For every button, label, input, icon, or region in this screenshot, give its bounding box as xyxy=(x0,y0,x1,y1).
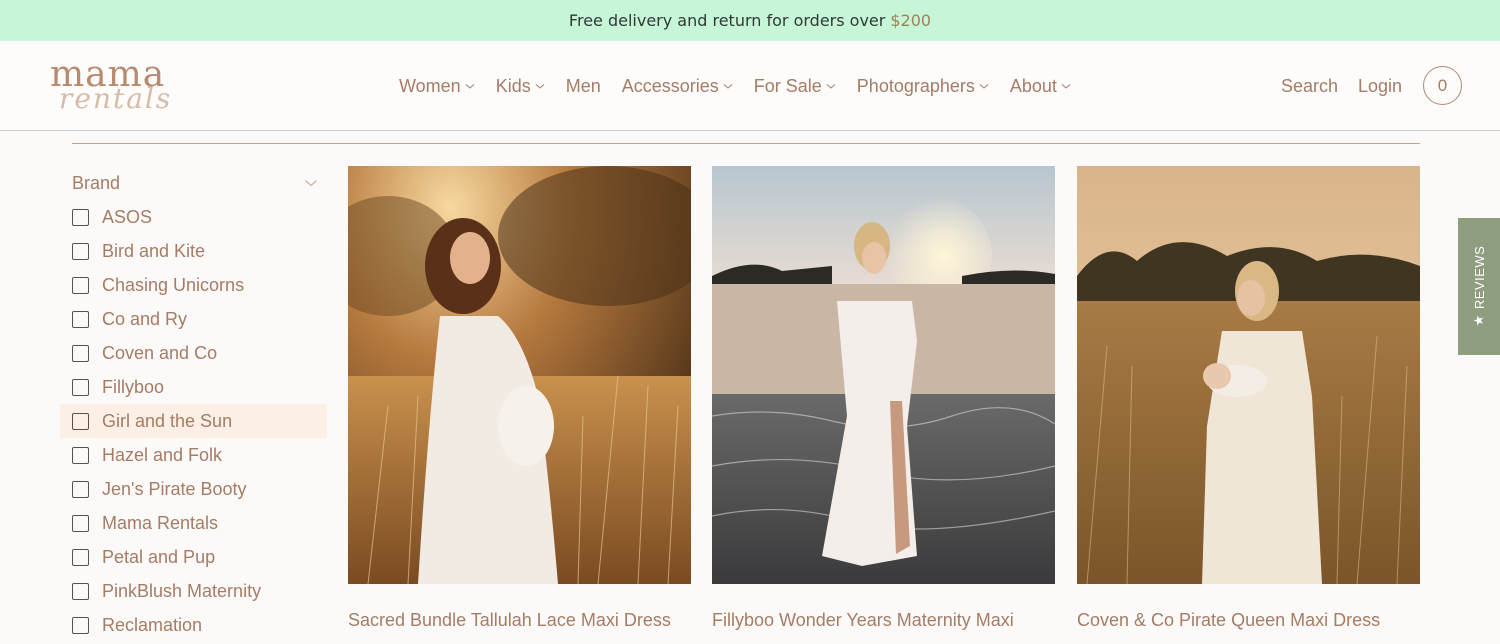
chevron-down-icon xyxy=(535,84,545,89)
nav-women-label: Women xyxy=(399,75,461,96)
brand-option[interactable]: Mama Rentals xyxy=(60,506,327,540)
search-link[interactable]: Search xyxy=(1281,74,1338,98)
brand-option-label: Girl and the Sun xyxy=(102,410,233,431)
cart-button[interactable]: 0 xyxy=(1423,66,1462,105)
reviews-tab-label: REVIEWS xyxy=(1471,245,1487,310)
brand-option-label: Fillyboo xyxy=(102,376,165,397)
star-icon: ★ xyxy=(1471,314,1486,327)
nav-photographers[interactable]: Photographers xyxy=(857,74,989,98)
nav-accessories-label: Accessories xyxy=(621,75,719,96)
brand-option-label: Hazel and Folk xyxy=(102,444,223,465)
brand-option-label: ASOS xyxy=(102,206,153,227)
brand-filter-toggle[interactable]: Brand xyxy=(72,171,318,195)
checkbox[interactable] xyxy=(72,344,89,362)
nav-accessories[interactable]: Accessories xyxy=(622,74,733,98)
chevron-down-icon xyxy=(1061,84,1071,89)
announcement-bar: Free delivery and return for orders over… xyxy=(0,0,1500,41)
product-image[interactable] xyxy=(348,166,691,584)
brand-option-label: Reclamation xyxy=(102,614,203,635)
brand-option[interactable]: Chasing Unicorns xyxy=(60,268,327,302)
checkbox[interactable] xyxy=(72,446,89,464)
chevron-down-icon xyxy=(305,180,317,187)
product-image[interactable] xyxy=(1077,166,1420,584)
reviews-tab[interactable]: ★ REVIEWS xyxy=(1458,218,1500,355)
brand-option[interactable]: Jen's Pirate Booty xyxy=(60,472,327,506)
nav-women[interactable]: Women xyxy=(399,74,475,98)
brand-option-label: Co and Ry xyxy=(102,308,188,329)
brand-option[interactable]: Reclamation xyxy=(60,608,327,642)
product-card[interactable]: Coven & Co Pirate Queen Maxi Dress xyxy=(1077,166,1420,630)
brand-option-label: Chasing Unicorns xyxy=(102,274,245,295)
product-image[interactable] xyxy=(712,166,1055,584)
chevron-down-icon xyxy=(723,84,733,89)
checkbox[interactable] xyxy=(72,378,89,396)
brand-option[interactable]: Coven and Co xyxy=(60,336,327,370)
brand-option-label: PinkBlush Maternity xyxy=(102,580,262,601)
reviews-tab-content: ★ REVIEWS xyxy=(1471,246,1487,327)
brand-option[interactable]: Fillyboo xyxy=(60,370,327,404)
brand-option-label: Coven and Co xyxy=(102,342,218,363)
brand-option[interactable]: Petal and Pup xyxy=(60,540,327,574)
brand-filter-list: ASOS Bird and Kite Chasing Unicorns Co a… xyxy=(60,200,327,642)
product-card[interactable]: Sacred Bundle Tallulah Lace Maxi Dress xyxy=(348,166,691,630)
checkbox[interactable] xyxy=(72,310,89,328)
nav-men[interactable]: Men xyxy=(566,74,601,98)
nav-kids-label: Kids xyxy=(495,75,531,96)
logo-word-rentals: rentals xyxy=(59,82,173,115)
nav-for-sale[interactable]: For Sale xyxy=(754,74,836,98)
brand-filter-title: Brand xyxy=(72,172,121,193)
checkbox[interactable] xyxy=(72,616,89,634)
checkbox[interactable] xyxy=(72,242,89,260)
checkbox[interactable] xyxy=(72,412,89,430)
brand-option-label: Jen's Pirate Booty xyxy=(102,478,247,499)
checkbox[interactable] xyxy=(72,582,89,600)
chevron-down-icon xyxy=(465,84,475,89)
checkbox[interactable] xyxy=(72,514,89,532)
announcement-amount: $200 xyxy=(890,11,932,30)
checkbox[interactable] xyxy=(72,548,89,566)
checkbox[interactable] xyxy=(72,208,89,226)
brand-option[interactable]: Co and Ry xyxy=(60,302,327,336)
chevron-down-icon xyxy=(979,84,989,89)
product-card[interactable]: Fillyboo Wonder Years Maternity Maxi xyxy=(712,166,1055,630)
announcement-text: Free delivery and return for orders over xyxy=(568,11,886,30)
nav-photographers-label: Photographers xyxy=(856,75,975,96)
checkbox[interactable] xyxy=(72,276,89,294)
cart-count: 0 xyxy=(1437,75,1448,95)
brand-option[interactable]: Hazel and Folk xyxy=(60,438,327,472)
nav-men-label: Men xyxy=(565,75,601,96)
product-title[interactable]: Coven & Co Pirate Queen Maxi Dress xyxy=(1077,610,1380,631)
nav-for-sale-label: For Sale xyxy=(753,75,822,96)
brand-option[interactable]: Girl and the Sun xyxy=(60,404,327,438)
brand-option[interactable]: PinkBlush Maternity xyxy=(60,574,327,608)
brand-option-label: Mama Rentals xyxy=(102,512,219,533)
checkbox[interactable] xyxy=(72,480,89,498)
main-nav: Women Kids Men Accessories For Sale Phot… xyxy=(399,74,1092,98)
login-link[interactable]: Login xyxy=(1358,74,1402,98)
product-title[interactable]: Fillyboo Wonder Years Maternity Maxi xyxy=(712,610,1014,631)
brand-option-label: Petal and Pup xyxy=(102,546,216,567)
site-header: mama rentals Women Kids Men Accessories … xyxy=(0,41,1500,131)
logo[interactable]: mama rentals xyxy=(50,57,180,119)
brand-option-label: Bird and Kite xyxy=(102,240,206,261)
brand-option[interactable]: Bird and Kite xyxy=(60,234,327,268)
nav-about[interactable]: About xyxy=(1010,74,1071,98)
divider xyxy=(72,143,1420,144)
nav-kids[interactable]: Kids xyxy=(496,74,545,98)
chevron-down-icon xyxy=(826,84,836,89)
nav-about-label: About xyxy=(1009,75,1057,96)
brand-option[interactable]: ASOS xyxy=(60,200,327,234)
product-title[interactable]: Sacred Bundle Tallulah Lace Maxi Dress xyxy=(348,610,671,631)
